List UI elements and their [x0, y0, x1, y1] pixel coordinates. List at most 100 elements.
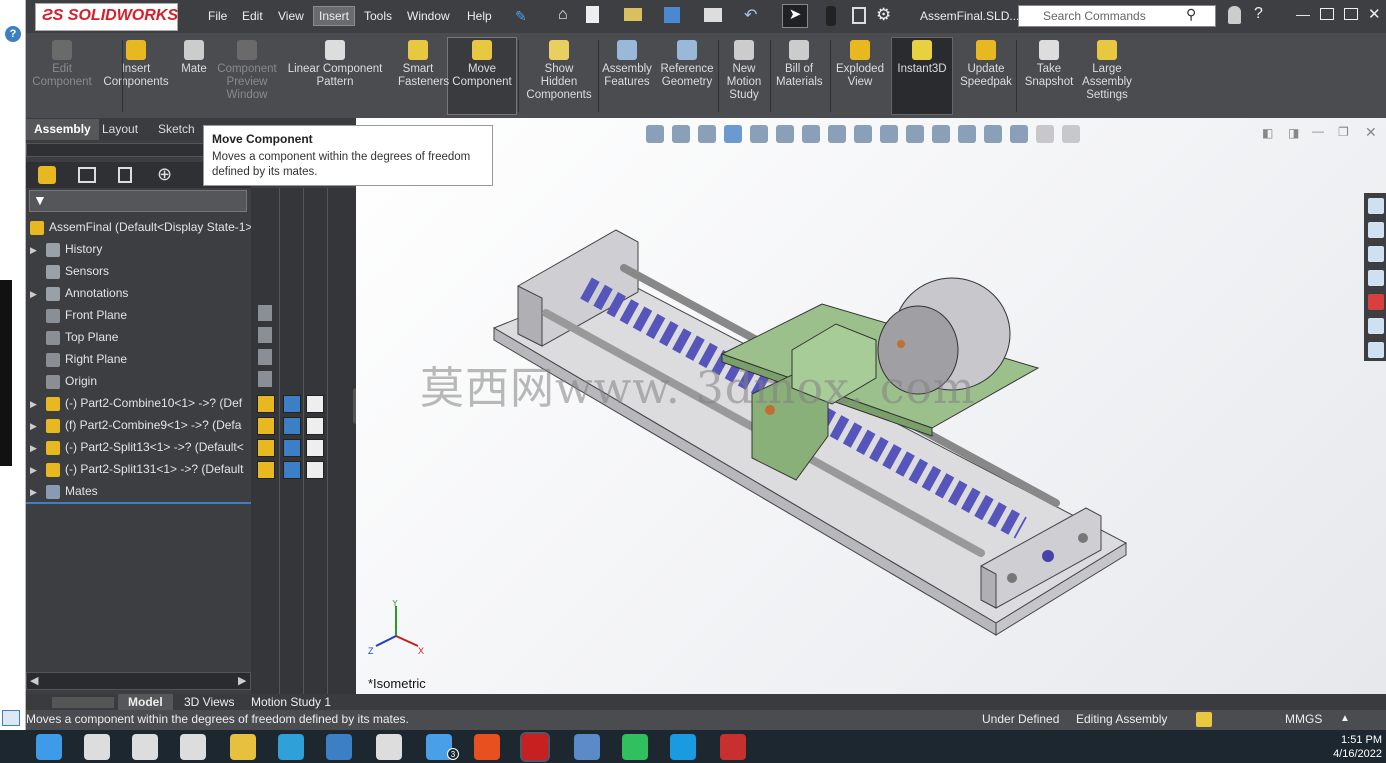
units-menu-chevron-icon[interactable]: ▲ [1340, 713, 1350, 724]
ribbon-exploded-view-button[interactable]: Exploded View [833, 40, 887, 89]
status-left-icon[interactable] [2, 710, 20, 726]
plane-visibility-icon[interactable] [258, 327, 272, 343]
tab-scroll-buttons[interactable] [52, 697, 114, 708]
appearance-swatch-icon[interactable] [306, 439, 324, 457]
task-view-icon[interactable] [132, 734, 158, 760]
component-display-icon[interactable] [283, 439, 301, 457]
plane-visibility-icon[interactable] [258, 371, 272, 387]
tree-item[interactable]: Right Plane [30, 349, 251, 369]
expand-arrow-icon[interactable]: ▶ [30, 240, 40, 259]
ribbon-show-hidden-components-button[interactable]: Show Hidden Components [525, 40, 593, 102]
undo-icon[interactable]: ↶ [744, 5, 757, 25]
save-icon[interactable] [664, 7, 680, 23]
appearance-swatch-icon[interactable] [306, 461, 324, 479]
menu-insert[interactable]: Insert [313, 6, 356, 26]
options-gear-icon[interactable]: ⚙ [876, 5, 891, 25]
file-explorer-icon[interactable] [1368, 246, 1384, 262]
calculator-icon[interactable] [574, 734, 600, 760]
tree-item[interactable]: ▶ Mates [30, 481, 251, 501]
tab-model[interactable]: Model [118, 694, 173, 710]
plane-visibility-icon[interactable] [258, 349, 272, 365]
expand-arrow-icon[interactable]: ▶ [30, 482, 40, 501]
expand-arrow-icon[interactable]: ▶ [30, 416, 40, 435]
tree-item[interactable]: Sensors [30, 261, 251, 281]
print-icon[interactable] [704, 8, 722, 22]
component-display-icon[interactable] [283, 417, 301, 435]
status-units[interactable]: MMGS [1285, 712, 1322, 726]
search-taskbar-icon[interactable] [84, 734, 110, 760]
start-windows-icon[interactable] [36, 734, 62, 760]
tab-assembly[interactable]: Assembly [26, 119, 99, 140]
view-palette-icon[interactable] [1368, 270, 1384, 286]
user-icon[interactable] [1228, 6, 1241, 24]
store-icon[interactable] [326, 734, 352, 760]
expand-arrow-icon[interactable]: ▶ [30, 460, 40, 479]
appearances-icon[interactable] [1368, 294, 1384, 310]
home-icon[interactable]: ⌂ [558, 6, 568, 24]
component-state-icon[interactable] [257, 461, 275, 479]
filter-icon[interactable]: ▼ [33, 192, 47, 208]
property-manager-tab-icon[interactable] [78, 167, 96, 183]
tree-item[interactable]: ▶ (f) Part2-Combine9<1> ->? (Defa [30, 415, 251, 435]
help-icon[interactable]: ? [5, 26, 21, 42]
tree-item[interactable]: ▶ (-) Part2-Combine10<1> ->? (Def [30, 393, 251, 413]
custom-properties-icon[interactable] [1368, 318, 1384, 334]
edge-browser-icon[interactable] [278, 734, 304, 760]
menu-help[interactable]: Help [467, 9, 492, 23]
brave-browser-icon[interactable] [474, 734, 500, 760]
tab-3d-views[interactable]: 3D Views [174, 694, 244, 710]
plane-visibility-icon[interactable] [258, 305, 272, 321]
widgets-icon[interactable] [180, 734, 206, 760]
ribbon-mate-button[interactable]: Mate [178, 40, 210, 76]
rebuild-status-icon[interactable] [1196, 712, 1212, 727]
ribbon-linear-component-pattern-button[interactable]: Linear Component Pattern [284, 40, 386, 89]
x-app-icon[interactable] [376, 734, 402, 760]
ribbon-insert-components-button[interactable]: Insert Components [98, 40, 174, 89]
file-properties-icon[interactable] [852, 7, 866, 24]
ribbon-assembly-features-button[interactable]: Assembly Features [602, 40, 652, 89]
menu-tools[interactable]: Tools [364, 9, 392, 23]
expand-arrow-icon[interactable]: ▶ [30, 284, 40, 303]
menu-window[interactable]: Window [407, 9, 450, 23]
appearance-swatch-icon[interactable] [306, 395, 324, 413]
ribbon-move-component-button[interactable]: Move Component [450, 40, 514, 89]
feature-tree-tab-icon[interactable] [38, 166, 56, 184]
scroll-right-icon[interactable]: ▶ [238, 674, 246, 687]
tree-item[interactable]: AssemFinal (Default<Display State-1> [30, 217, 251, 237]
tree-item[interactable]: ▶ (-) Part2-Split13<1> ->? (Default< [30, 437, 251, 457]
pin-icon[interactable]: ✎ [515, 8, 527, 25]
design-library-icon[interactable] [1368, 222, 1384, 238]
component-display-icon[interactable] [283, 461, 301, 479]
tree-item[interactable]: ▶ (-) Part2-Split131<1> ->? (Default [30, 459, 251, 479]
restore-down-icon[interactable] [1344, 8, 1358, 20]
tree-item[interactable]: Front Plane [30, 305, 251, 325]
rebuild-icon[interactable] [826, 6, 836, 26]
resources-home-icon[interactable] [1368, 198, 1384, 214]
dimxpert-tab-icon[interactable]: ⊕ [157, 164, 172, 185]
component-state-icon[interactable] [257, 395, 275, 413]
tree-horizontal-scrollbar[interactable] [26, 672, 251, 690]
configuration-tab-icon[interactable] [118, 167, 132, 183]
tab-layout[interactable]: Layout [94, 119, 146, 140]
ribbon-bill-of-materials-button[interactable]: Bill of Materials [776, 40, 823, 89]
tree-filter[interactable] [29, 190, 247, 212]
minimize-icon[interactable]: — [1296, 6, 1310, 22]
menu-file[interactable]: File [208, 9, 227, 23]
ribbon-update-speedpak-button[interactable]: Update Speedpak [955, 40, 1017, 89]
file-explorer-taskbar-icon[interactable] [230, 734, 256, 760]
component-state-icon[interactable] [257, 417, 275, 435]
new-document-icon[interactable] [586, 6, 599, 23]
ribbon-smart-fasteners-button[interactable]: Smart Fasteners [398, 40, 449, 89]
ribbon-reference-geometry-button[interactable]: Reference Geometry [657, 40, 717, 89]
ribbon-new-motion-study-button[interactable]: New Motion Study [724, 40, 764, 102]
close-icon[interactable]: ✕ [1368, 5, 1381, 23]
scroll-left-icon[interactable]: ◀ [30, 674, 38, 687]
tree-item[interactable]: Origin [30, 371, 251, 391]
ribbon-large-assembly-settings-button[interactable]: Large Assembly Settings [1080, 40, 1134, 102]
tab-motion-study[interactable]: Motion Study 1 [241, 694, 341, 710]
tree-item[interactable]: ▶ History [30, 239, 251, 259]
menu-view[interactable]: View [278, 9, 304, 23]
solidworks-taskbar-icon[interactable] [520, 732, 550, 762]
select-icon[interactable]: ➤ [782, 4, 808, 28]
whatsapp-icon[interactable] [622, 734, 648, 760]
